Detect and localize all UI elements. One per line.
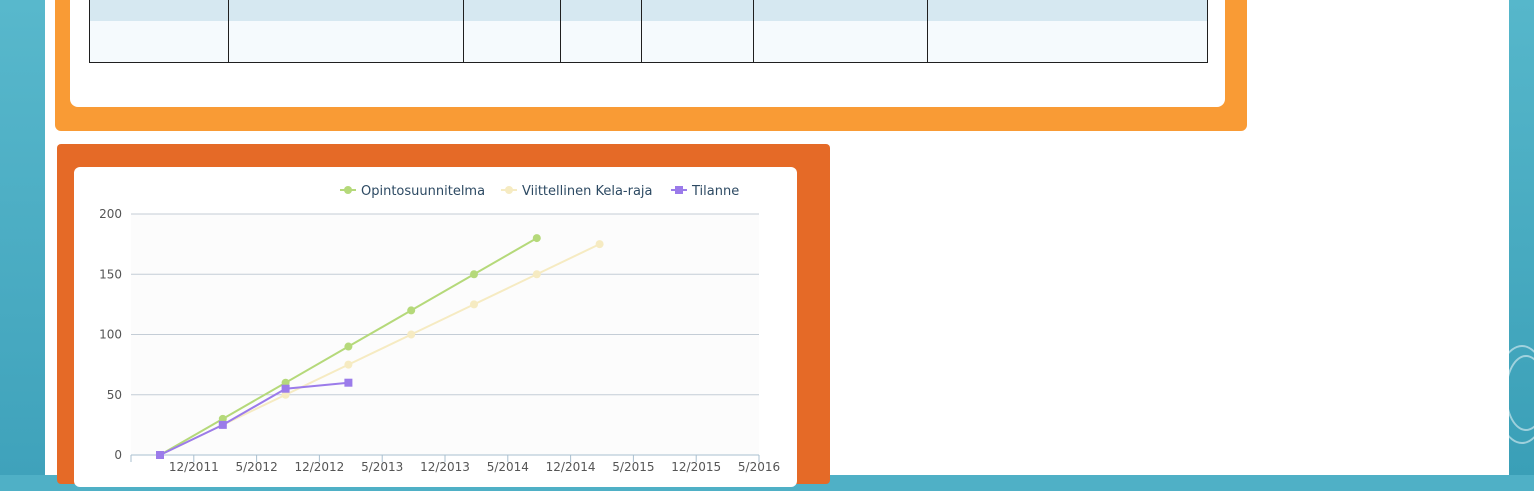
page-content: 0 50 100 150 200 12/2011 5/2012 12/2012 5/2013 12… <box>45 0 1509 487</box>
y-tick-label: 200 <box>99 207 122 221</box>
x-tick-label: 5/2014 <box>487 460 529 474</box>
data-point <box>470 270 478 279</box>
table-cell <box>560 0 642 21</box>
legend-symbol-marker <box>344 186 352 194</box>
x-tick-label: 12/2011 <box>169 460 219 474</box>
table-row <box>89 21 1208 63</box>
x-tick-label: 12/2013 <box>420 460 470 474</box>
x-tick-label: 12/2014 <box>546 460 596 474</box>
data-point <box>281 384 290 393</box>
table-cell <box>463 21 561 63</box>
y-tick-label: 0 <box>114 448 122 462</box>
line-chart: 0 50 100 150 200 12/2011 5/2012 12/2012 5/2013 12… <box>99 184 780 474</box>
table-cell <box>89 21 229 63</box>
x-tick-label: 5/2016 <box>738 460 780 474</box>
x-tick-label: 5/2015 <box>612 460 654 474</box>
y-tick-label: 150 <box>99 267 122 281</box>
table-cell <box>89 0 229 21</box>
table-cell <box>927 21 1208 63</box>
table-container <box>70 0 1225 107</box>
x-tick-label: 12/2012 <box>294 460 344 474</box>
data-point <box>595 240 604 249</box>
x-tick-label: 5/2012 <box>235 460 277 474</box>
background-right-decoration <box>1495 0 1534 475</box>
background-left-decoration <box>0 0 45 475</box>
table-cell <box>753 0 928 21</box>
table-cell <box>228 21 464 63</box>
x-tick-label: 12/2015 <box>671 460 721 474</box>
data-point <box>407 306 416 315</box>
legend-symbol-marker <box>505 186 513 194</box>
data-point <box>344 360 353 369</box>
legend-symbol-marker <box>675 186 683 194</box>
data-table <box>89 0 1208 63</box>
table-cell <box>463 0 561 21</box>
data-point <box>344 378 353 387</box>
y-tick-label: 50 <box>107 388 122 402</box>
legend-label: Tilanne <box>691 184 739 199</box>
data-point <box>344 342 353 351</box>
table-cell <box>641 21 754 63</box>
data-point <box>470 300 478 309</box>
x-tick-label: 5/2013 <box>361 460 403 474</box>
table-cell <box>228 0 464 21</box>
data-point <box>532 234 541 243</box>
orange-table-panel <box>55 0 1247 131</box>
chart-container: 0 50 100 150 200 12/2011 5/2012 12/2012 5/2013 12… <box>74 167 797 487</box>
legend-label: Viittellinen Kela-raja <box>522 184 653 199</box>
legend-label: Opintosuunnitelma <box>361 184 485 199</box>
table-cell <box>753 21 928 63</box>
table-cell <box>641 0 754 21</box>
data-point <box>218 420 227 429</box>
y-tick-label: 100 <box>99 328 122 342</box>
table-row <box>89 0 1208 21</box>
table-cell <box>560 21 642 63</box>
data-point <box>532 270 541 279</box>
data-point <box>407 330 416 339</box>
table-cell <box>927 0 1208 21</box>
chart-panel: 0 50 100 150 200 12/2011 5/2012 12/2012 5/2013 12… <box>57 144 830 487</box>
data-point <box>156 451 164 459</box>
